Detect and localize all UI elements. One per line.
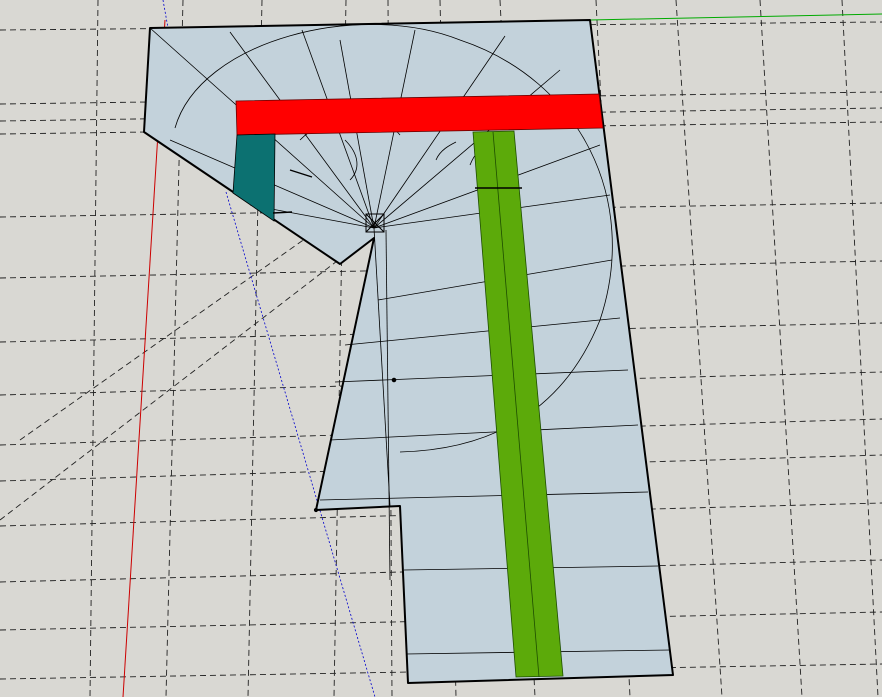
modeling-viewport[interactable] bbox=[0, 0, 882, 697]
scene-canvas[interactable] bbox=[0, 0, 882, 697]
green-axis bbox=[589, 13, 882, 21]
red-horizontal-beam[interactable] bbox=[235, 93, 604, 136]
teal-corner-block[interactable] bbox=[232, 133, 276, 222]
blue-axis-top bbox=[162, 0, 169, 29]
